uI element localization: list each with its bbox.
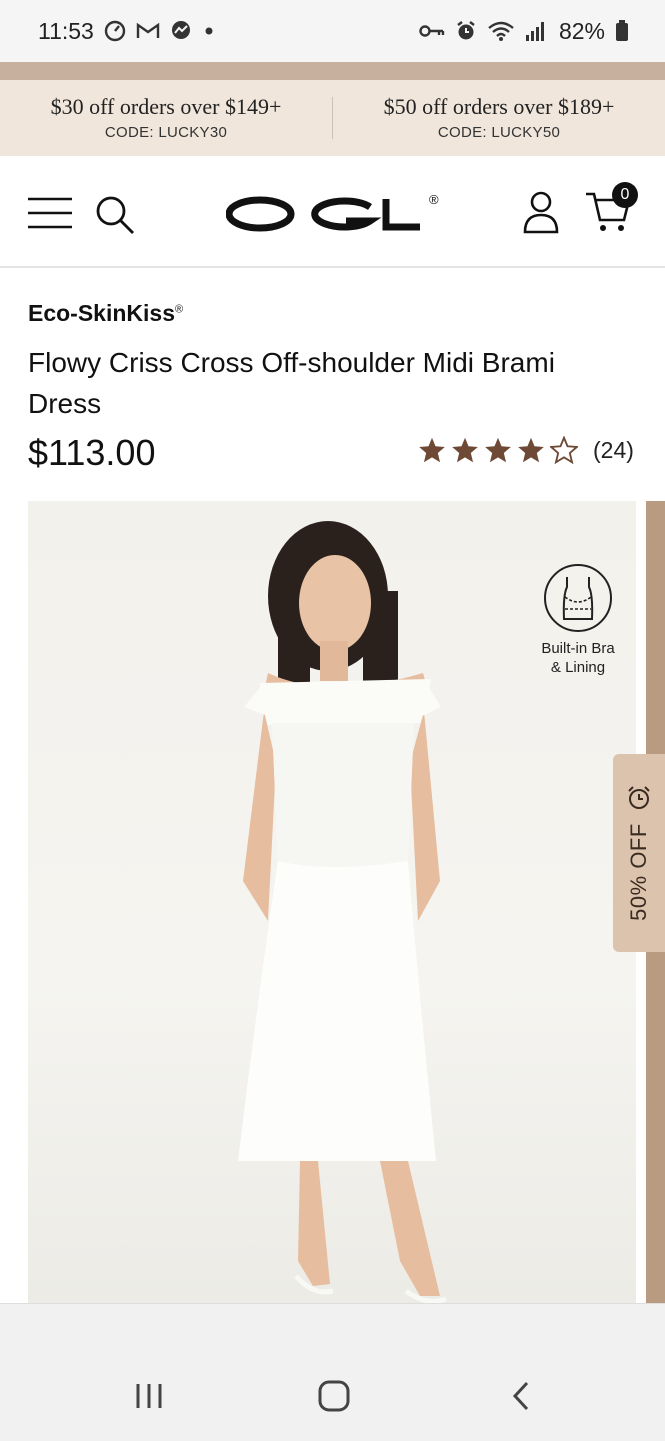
dot-icon [202, 24, 216, 38]
cart-button[interactable]: 0 [584, 182, 638, 234]
product-title: Flowy Criss Cross Off-shoulder Midi Bram… [28, 347, 555, 419]
discount-label: 50% OFF [626, 823, 651, 921]
recent-apps-button[interactable] [124, 1374, 174, 1418]
wifi-icon [487, 20, 515, 42]
product-image[interactable]: Built-in Bra & Lining [28, 501, 636, 1303]
system-nav-bar [0, 1303, 665, 1441]
search-button[interactable] [94, 194, 136, 236]
home-button[interactable] [309, 1374, 359, 1418]
status-right: 82% [419, 18, 629, 45]
ogl-logo-mark: ® [225, 192, 439, 232]
product-price: $113.00 [28, 432, 156, 473]
promo-title: $50 off orders over $189+ [383, 94, 615, 120]
feature-badge: Built-in Bra & Lining [533, 563, 623, 676]
promo-item-2[interactable]: $50 off orders over $189+ CODE: LUCKY50 [333, 94, 665, 141]
alarm-clock-icon [628, 786, 650, 810]
discount-inner: 50% OFF [613, 754, 665, 952]
promo-bar: $30 off orders over $149+ CODE: LUCKY30 … [0, 80, 665, 156]
star-full-icon [419, 437, 445, 463]
discount-tab[interactable]: 50% OFF [613, 754, 665, 952]
logo-registered: ® [429, 192, 439, 207]
account-button[interactable] [521, 190, 561, 234]
battery-icon [615, 20, 629, 42]
star-full-icon [452, 437, 478, 463]
vpn-key-icon [419, 23, 445, 39]
alarm-icon [455, 20, 477, 42]
menu-icon [28, 197, 72, 229]
account-icon [523, 191, 559, 234]
search-icon [96, 196, 134, 234]
product-brand[interactable]: Eco-SkinKiss® [28, 300, 183, 327]
promo-top-strip [0, 62, 665, 80]
gmail-icon [136, 22, 160, 40]
brand-registered: ® [175, 303, 184, 316]
messenger-icon [170, 20, 192, 42]
promo-code: CODE: LUCKY50 [437, 123, 561, 141]
battery-level: 82% [558, 17, 605, 44]
product-rating[interactable]: (24) [418, 436, 634, 464]
site-header: ® 0 [0, 156, 665, 268]
site-logo[interactable]: ® [225, 192, 440, 234]
recent-apps-icon [136, 1384, 162, 1408]
bra-lining-icon [544, 564, 612, 632]
back-button[interactable] [496, 1374, 546, 1418]
speedometer-icon [104, 20, 126, 42]
star-full-icon [485, 437, 511, 463]
status-bar: 11:53 82% [0, 0, 665, 62]
star-full-icon [518, 437, 544, 463]
status-left: 11:53 [38, 18, 216, 45]
back-icon [512, 1381, 529, 1411]
cart-count-badge: 0 [612, 182, 638, 208]
status-time: 11:53 [38, 17, 94, 44]
promo-item-1[interactable]: $30 off orders over $149+ CODE: LUCKY30 [0, 94, 332, 141]
promo-code: CODE: LUCKY30 [104, 123, 228, 141]
promo-title: $30 off orders over $149+ [50, 94, 282, 120]
feature-badge-line2: & Lining [550, 659, 606, 676]
star-empty-icon [550, 436, 578, 464]
menu-button[interactable] [26, 196, 74, 230]
review-count: (24) [593, 436, 634, 463]
feature-badge-line1: Built-in Bra [541, 640, 615, 657]
home-icon [318, 1380, 350, 1412]
signal-icon [525, 21, 547, 41]
brand-name: Eco-SkinKiss [28, 300, 175, 326]
